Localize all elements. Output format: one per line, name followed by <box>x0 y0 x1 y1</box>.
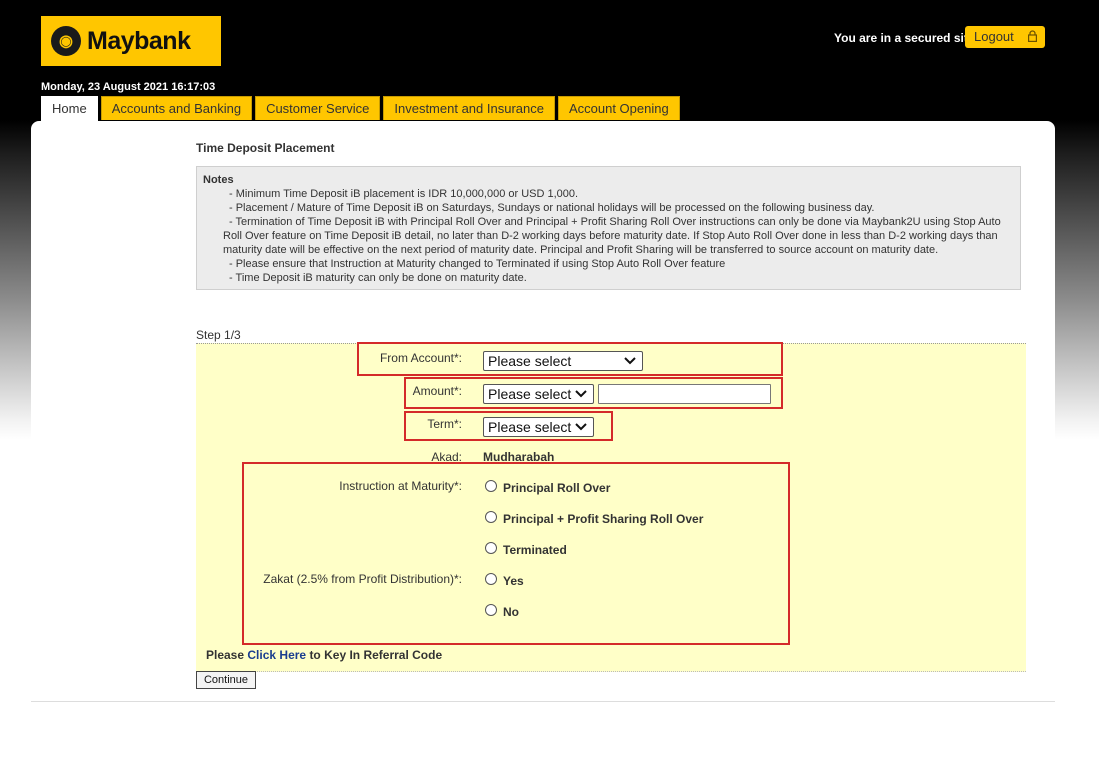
note-item: - Placement / Mature of Time Deposit iB … <box>229 202 875 214</box>
note-item: - Please ensure that Instruction at Matu… <box>229 258 726 270</box>
step-indicator: Step 1/3 <box>196 328 241 342</box>
main-nav-tabs: Home Accounts and Banking Customer Servi… <box>41 96 683 122</box>
tab-account-opening[interactable]: Account Opening <box>557 96 680 120</box>
tab-customer-service[interactable]: Customer Service <box>255 96 381 120</box>
note-item: - Termination of Time Deposit iB with Pr… <box>223 216 1001 256</box>
maybank-logo[interactable]: ◉ Maybank <box>41 16 221 66</box>
note-item: - Minimum Time Deposit iB placement is I… <box>229 188 579 200</box>
referral-prefix: Please <box>206 648 245 662</box>
highlight-maturity-zakat <box>242 462 790 645</box>
highlight-term <box>404 411 613 441</box>
notes-box: Notes - Minimum Time Deposit iB placemen… <box>196 166 1021 290</box>
highlight-amount <box>404 377 783 409</box>
secure-site-text: You are in a secured site <box>834 31 975 45</box>
tab-home[interactable]: Home <box>41 96 98 122</box>
referral-suffix: to Key In Referral Code <box>309 648 443 662</box>
logout-button[interactable]: Logout <box>965 26 1045 48</box>
referral-click-here-link[interactable]: Click Here <box>247 648 306 662</box>
logout-label: Logout <box>974 29 1014 44</box>
note-item: - Time Deposit iB maturity can only be d… <box>229 272 527 284</box>
current-datetime: Monday, 23 August 2021 16:17:03 <box>41 81 216 93</box>
notes-title: Notes <box>203 174 234 186</box>
continue-button[interactable]: Continue <box>196 671 256 689</box>
tiger-emblem-icon: ◉ <box>51 26 81 56</box>
referral-text: Please Click Here to Key In Referral Cod… <box>206 648 442 662</box>
lock-icon <box>1028 30 1037 42</box>
logo-text: Maybank <box>87 26 191 55</box>
page-title: Time Deposit Placement <box>196 141 335 155</box>
tab-accounts-and-banking[interactable]: Accounts and Banking <box>100 96 253 120</box>
tab-investment-and-insurance[interactable]: Investment and Insurance <box>383 96 555 120</box>
highlight-from-account <box>357 342 783 376</box>
